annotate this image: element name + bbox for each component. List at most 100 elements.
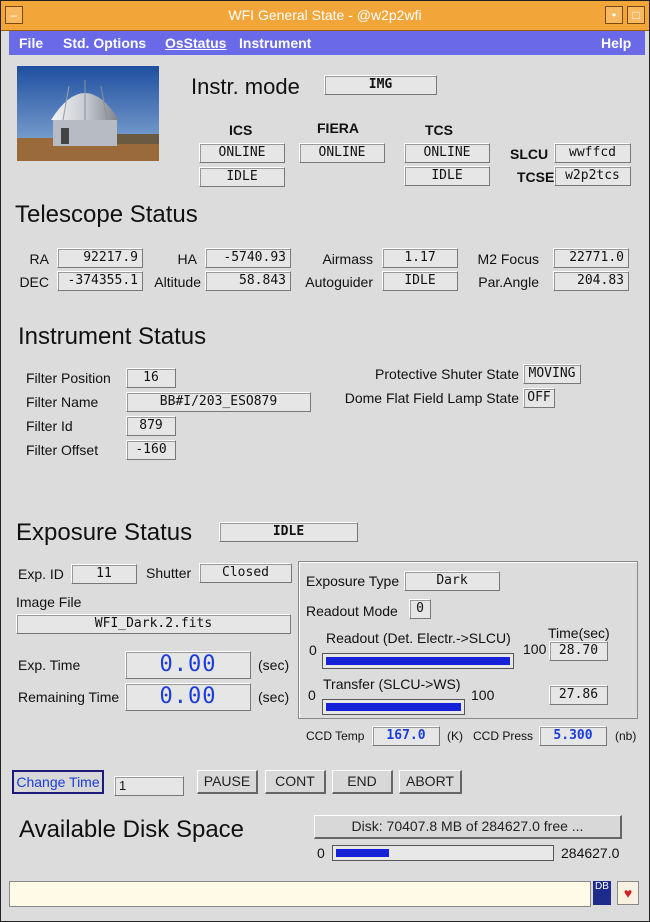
menu-os-status[interactable]: OsStatus xyxy=(165,35,226,51)
shutter-state-label: Protective Shuter State xyxy=(375,366,519,382)
m2-focus-label: M2 Focus xyxy=(477,251,539,267)
fiera-state-field: ONLINE xyxy=(299,143,385,163)
readout-progress-bar xyxy=(322,653,514,669)
cont-button[interactable]: CONT xyxy=(265,770,326,794)
instrument-status-heading: Instrument Status xyxy=(18,323,207,350)
exp-time-label: Exp. Time xyxy=(18,657,81,673)
filter-name-label: Filter Name xyxy=(26,394,99,410)
filter-offset-label: Filter Offset xyxy=(26,442,99,458)
fiera-label: FIERA xyxy=(317,120,359,136)
title-bar[interactable]: – WFI General State - @w2p2wfi • □ xyxy=(1,1,649,31)
remaining-time-field: 0.00 xyxy=(125,683,251,711)
autoguider-field: IDLE xyxy=(382,271,458,291)
disk-summary-button[interactable]: Disk: 70407.8 MB of 284627.0 free ... xyxy=(314,815,622,839)
readout-max: 100 xyxy=(523,641,547,657)
remaining-time-label: Remaining Time xyxy=(18,689,120,705)
ics-sub-state-field: IDLE xyxy=(199,167,285,187)
exposure-state-field: IDLE xyxy=(219,522,358,542)
disk-progress-bar xyxy=(332,845,554,861)
shutter-label: Shutter xyxy=(146,565,192,581)
observatory-image xyxy=(17,66,159,161)
filter-position-field: 16 xyxy=(126,368,176,388)
menu-file[interactable]: File xyxy=(19,35,43,51)
telescope-status-heading: Telescope Status xyxy=(15,201,198,228)
readout-label: Readout (Det. Electr.->SLCU) xyxy=(326,630,511,646)
ra-label: RA xyxy=(29,251,49,267)
exposure-type-label: Exposure Type xyxy=(306,573,400,589)
pause-button[interactable]: PAUSE xyxy=(197,770,258,794)
ics-state-field: ONLINE xyxy=(199,143,285,163)
airmass-field: 1.17 xyxy=(382,248,458,268)
abort-button[interactable]: ABORT xyxy=(399,770,462,794)
transfer-progress-bar xyxy=(322,699,465,715)
exp-time-unit: (sec) xyxy=(258,657,290,673)
disk-max: 284627.0 xyxy=(561,845,620,861)
slcu-field: wwffcd xyxy=(554,143,631,163)
exp-id-label: Exp. ID xyxy=(18,566,64,582)
shutter-state-field: MOVING xyxy=(523,364,581,384)
change-time-input[interactable]: 1 xyxy=(114,776,184,796)
exposure-status-heading: Exposure Status xyxy=(16,519,193,546)
ccd-press-label: CCD Press xyxy=(473,729,534,743)
tcs-state-field: ONLINE xyxy=(404,143,490,163)
transfer-max: 100 xyxy=(471,687,495,703)
change-time-button[interactable]: Change Time xyxy=(12,770,104,794)
altitude-label: Altitude xyxy=(154,274,201,290)
heart-icon[interactable]: ♥ xyxy=(617,881,639,905)
tcse-label: TCSE xyxy=(517,169,555,185)
transfer-time-field: 27.86 xyxy=(549,685,608,705)
tcs-sub-state-field: IDLE xyxy=(404,166,490,186)
db-icon[interactable]: DB xyxy=(593,881,611,905)
autoguider-label: Autoguider xyxy=(305,274,373,290)
disk-space-heading: Available Disk Space xyxy=(19,816,245,843)
main-window: – WFI General State - @w2p2wfi • □ File … xyxy=(0,0,650,922)
minimize-button[interactable]: • xyxy=(605,6,623,24)
image-file-label: Image File xyxy=(16,594,82,610)
readout-mode-field: 0 xyxy=(409,599,431,619)
ra-field: 92217.9 xyxy=(57,248,143,268)
ccd-temp-field: 167.0 xyxy=(372,726,440,746)
ha-field: -5740.93 xyxy=(205,248,291,268)
instr-mode-field: IMG xyxy=(324,75,437,95)
slcu-label: SLCU xyxy=(510,146,549,162)
disk-min: 0 xyxy=(317,845,325,861)
readout-progress-fill xyxy=(326,657,510,665)
content-area: Instr. mode IMG ICS FIERA TCS ONLINE IDL… xyxy=(9,56,645,878)
filter-id-field: 879 xyxy=(126,416,176,436)
disk-progress-fill xyxy=(336,849,389,857)
exp-id-field: 11 xyxy=(71,564,137,584)
ccd-temp-unit: (K) xyxy=(447,729,463,743)
status-input[interactable] xyxy=(9,881,591,907)
filter-offset-field: -160 xyxy=(126,440,176,460)
filter-name-field: BB#I/203_ESO879 xyxy=(126,392,311,412)
readout-mode-label: Readout Mode xyxy=(306,603,398,619)
menu-instrument[interactable]: Instrument xyxy=(239,35,311,51)
instr-mode-label: Instr. mode xyxy=(191,74,300,99)
lamp-state-label: Dome Flat Field Lamp State xyxy=(344,390,519,406)
ics-label: ICS xyxy=(229,122,253,138)
par-angle-label: Par.Angle xyxy=(478,274,539,290)
image-file-field: WFI_Dark.2.fits xyxy=(16,614,291,634)
dec-field: -374355.1 xyxy=(57,271,143,291)
filter-id-label: Filter Id xyxy=(26,418,73,434)
ccd-press-unit: (nb) xyxy=(615,729,637,743)
exp-time-field: 0.00 xyxy=(125,651,251,679)
window-title: WFI General State - @w2p2wfi xyxy=(228,7,422,23)
time-sec-label: Time(sec) xyxy=(548,625,610,641)
filter-position-label: Filter Position xyxy=(26,370,111,386)
ha-label: HA xyxy=(177,251,197,267)
ccd-temp-label: CCD Temp xyxy=(306,729,365,743)
shutter-field: Closed xyxy=(199,563,292,583)
transfer-progress-fill xyxy=(326,703,461,711)
remaining-time-unit: (sec) xyxy=(258,689,290,705)
end-button[interactable]: END xyxy=(332,770,393,794)
menu-bar: File Std. Options OsStatus Instrument He… xyxy=(9,31,645,55)
maximize-button[interactable]: □ xyxy=(627,6,645,24)
menu-std-options[interactable]: Std. Options xyxy=(63,35,146,51)
altitude-field: 58.843 xyxy=(205,271,291,291)
lamp-state-field: OFF xyxy=(523,388,555,408)
m2-focus-field: 22771.0 xyxy=(553,248,629,268)
transfer-min: 0 xyxy=(308,687,316,703)
readout-time-field: 28.70 xyxy=(549,641,608,661)
menu-help[interactable]: Help xyxy=(601,35,631,51)
